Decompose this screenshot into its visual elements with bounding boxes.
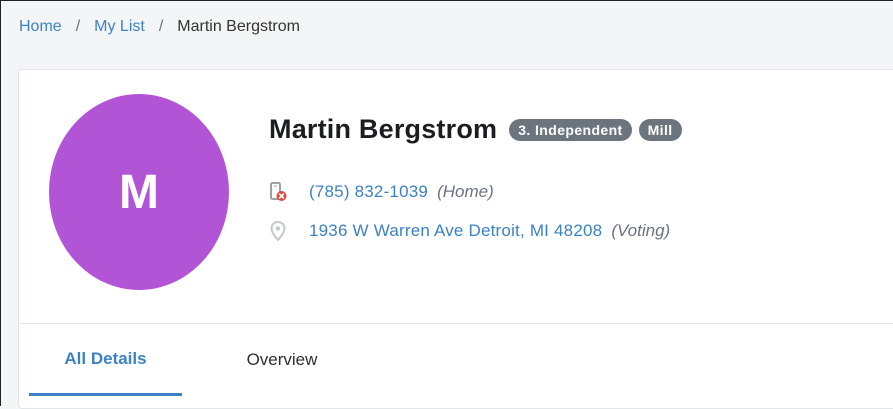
phone-number-link[interactable]: (785) 832-1039 [309, 182, 428, 202]
phone-row: (785) 832-1039 (Home) [267, 181, 494, 203]
breadcrumb-separator: / [75, 18, 81, 35]
party-badge: 3. Independent [509, 118, 632, 141]
avatar: M [49, 94, 229, 290]
breadcrumb-home-link[interactable]: Home [19, 18, 62, 35]
contact-name: Martin Bergstrom [269, 114, 498, 144]
map-pin-icon [267, 220, 289, 242]
breadcrumb-current: Martin Bergstrom [177, 18, 300, 35]
tag-badge: Mill [638, 118, 682, 141]
app-frame: Home / My List / Martin Bergstrom M Martin B… [0, 0, 893, 409]
tab-overview[interactable]: Overview [219, 324, 345, 396]
breadcrumb-my-list-link[interactable]: My List [94, 18, 145, 35]
address-row: 1936 W Warren Ave Detroit, MI 48208 (Vot… [267, 220, 670, 242]
breadcrumb-separator: / [158, 18, 164, 35]
tab-all-details[interactable]: All Details [29, 324, 182, 396]
phone-type: (Home) [437, 182, 494, 201]
contact-header: Martin Bergstrom 3. Independent Mill [269, 114, 682, 145]
address-type: (Voting) [611, 221, 671, 240]
address-link[interactable]: 1936 W Warren Ave Detroit, MI 48208 [309, 221, 602, 241]
mobile-phone-blocked-icon [267, 181, 289, 203]
contact-card: M Martin Bergstrom 3. Independent Mill (… [18, 69, 893, 409]
breadcrumb: Home / My List / Martin Bergstrom [19, 17, 300, 37]
avatar-initial: M [119, 165, 159, 219]
